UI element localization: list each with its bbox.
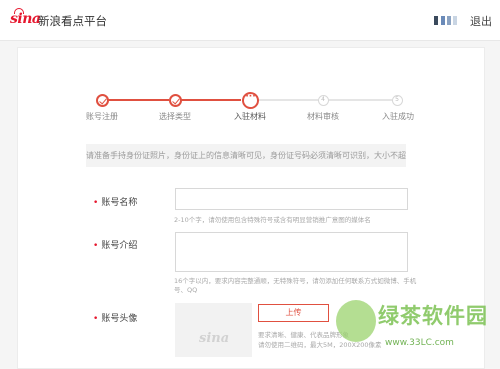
avatar-placeholder-logo: sina — [199, 331, 230, 346]
step-1-check-icon — [96, 94, 109, 107]
avatar-hint-line1: 要求清晰、健康、代表品牌形象 — [258, 331, 349, 339]
step-connector — [329, 99, 392, 101]
avatar-block — [441, 16, 445, 25]
step-connector — [108, 99, 169, 101]
avatar-preview: sina — [175, 303, 252, 357]
step-label-success: 入驻成功 — [382, 112, 414, 121]
avatar-block — [434, 16, 438, 25]
account-name-label: • 账号名称 — [93, 198, 138, 208]
step-number: 4 — [321, 96, 325, 103]
account-name-input[interactable] — [175, 188, 408, 210]
avatar-block — [447, 16, 451, 25]
step-3-current-icon — [242, 92, 259, 109]
step-connector — [259, 99, 318, 101]
step-4-pending-icon: 4 — [318, 95, 329, 106]
step-connector — [181, 99, 241, 101]
required-mark: • — [93, 241, 99, 251]
account-intro-hint-line1: 16个字以内，要求内容完整通顺，无特殊符号，请勿添加任何联系方式如微博、手机 — [174, 277, 417, 285]
step-5-pending-icon: 5 — [392, 95, 403, 106]
watermark-logo — [336, 300, 376, 342]
step-label-review: 材料审核 — [307, 112, 339, 121]
step-label-type: 选择类型 — [159, 112, 191, 121]
account-avatar-label: • 账号头像 — [93, 314, 138, 324]
account-name-hint: 2-10个字，请勿使用包含特殊符号或含有明显营销推广意图的媒体名 — [174, 216, 371, 224]
required-mark: • — [93, 314, 99, 324]
logout-link[interactable]: 退出 — [470, 13, 492, 29]
step-label-register: 账号注册 — [86, 112, 118, 121]
top-bar: sina 新浪看点平台 退出 — [0, 0, 500, 41]
watermark-text: 绿茶软件园 — [378, 304, 488, 328]
sina-eye-icon — [14, 8, 24, 14]
upload-button[interactable]: 上传 — [258, 304, 329, 322]
required-mark: • — [93, 198, 99, 208]
account-intro-label: • 账号介绍 — [93, 241, 138, 251]
account-intro-hint-line2: 号、QQ — [174, 286, 198, 294]
step-label-materials: 入驻材料 — [234, 112, 266, 121]
account-intro-textarea[interactable] — [175, 232, 408, 272]
step-number: 5 — [395, 96, 399, 103]
site-title: 新浪看点平台 — [38, 14, 107, 28]
avatar-hint-line2: 请勿使用二维码，最大5M，200X200像素 — [258, 341, 382, 349]
step-2-check-icon — [169, 94, 182, 107]
sina-logo[interactable]: sina — [10, 8, 41, 27]
avatar-block — [453, 16, 457, 25]
watermark-url: www.33LC.com — [385, 338, 454, 348]
notice-banner: 请准备手持身份证照片，身份证上的信息清晰可见，身份证号码必须清晰可识别，大小不超… — [86, 144, 406, 167]
